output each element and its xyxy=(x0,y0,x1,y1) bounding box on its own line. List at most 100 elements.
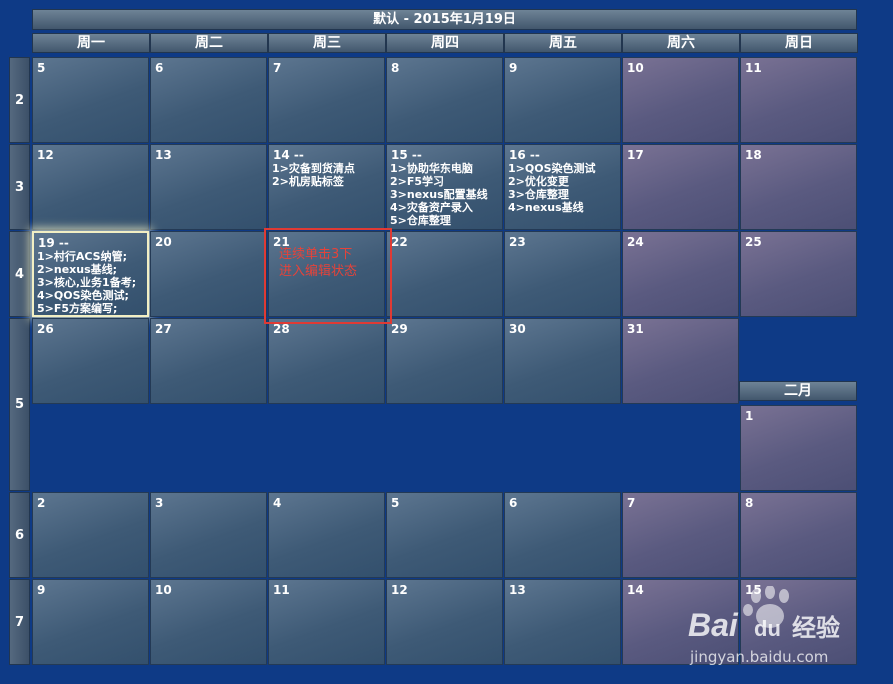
calendar-title: 默认 - 2015年1月19日 xyxy=(32,9,857,30)
note-line: 1>QOS染色测试 xyxy=(508,162,596,175)
day-cell[interactable]: 9 xyxy=(504,57,621,143)
day-number: 25 xyxy=(745,235,762,249)
day-cell[interactable]: 11 xyxy=(740,57,857,143)
day-cell[interactable]: 24 xyxy=(622,231,739,317)
note-line: 2>优化变更 xyxy=(508,175,569,188)
note-line: 5>F5方案编写; xyxy=(37,302,118,315)
week-number-3[interactable]: 3 xyxy=(9,144,30,230)
day-cell[interactable]: 26 xyxy=(32,318,149,404)
day-cell[interactable]: 18 xyxy=(740,144,857,230)
paw-toe-icon xyxy=(765,586,775,599)
day-number: 5 xyxy=(37,61,46,75)
day-cell-today[interactable]: 19 -- 1>村行ACS纳管; 2>nexus基线; 3>核心,业务1备考; 4>QO… xyxy=(32,231,149,317)
day-cell[interactable]: 11 xyxy=(268,579,385,665)
day-cell[interactable]: 17 xyxy=(622,144,739,230)
week-number-2[interactable]: 2 xyxy=(9,57,30,143)
day-number: 6 xyxy=(155,61,164,75)
day-number: 16 -- xyxy=(509,148,540,162)
day-number: 30 xyxy=(509,322,526,336)
day-number: 22 xyxy=(391,235,408,249)
day-number: 12 xyxy=(391,583,408,597)
day-number: 4 xyxy=(273,496,282,510)
day-cell[interactable]: 14 -- 1>灾备到货清点 2>机房贴标签 xyxy=(268,144,385,230)
note-line: 1>灾备到货清点 xyxy=(272,162,355,175)
day-notes: 1>QOS染色测试 2>优化变更 3>仓库整理 4>nexus基线 xyxy=(508,162,618,214)
brand-jingyan-text: 经验 xyxy=(792,614,840,642)
day-number: 31 xyxy=(627,322,644,336)
day-cell[interactable]: 13 xyxy=(150,144,267,230)
day-cell[interactable]: 2 xyxy=(32,492,149,578)
paw-toe-icon xyxy=(751,589,761,603)
day-cell[interactable]: 27 xyxy=(150,318,267,404)
day-cell[interactable]: 4 xyxy=(268,492,385,578)
annotation-text: 连续单击3下 进入编辑状态 xyxy=(279,247,358,279)
note-line: 1>协助华东电脑 xyxy=(390,162,473,175)
day-cell[interactable]: 3 xyxy=(150,492,267,578)
day-number: 24 xyxy=(627,235,644,249)
day-number: 13 xyxy=(155,148,172,162)
day-number: 3 xyxy=(155,496,164,510)
day-number: 27 xyxy=(155,322,172,336)
day-cell[interactable]: 10 xyxy=(622,57,739,143)
day-number: 12 xyxy=(37,148,54,162)
day-cell[interactable]: 29 xyxy=(386,318,503,404)
day-cell[interactable]: 7 xyxy=(622,492,739,578)
day-number: 6 xyxy=(509,496,518,510)
day-number: 18 xyxy=(745,148,762,162)
day-cell[interactable]: 6 xyxy=(504,492,621,578)
day-cell[interactable]: 23 xyxy=(504,231,621,317)
day-number: 5 xyxy=(391,496,400,510)
day-cell[interactable]: 6 xyxy=(150,57,267,143)
day-cell[interactable]: 16 -- 1>QOS染色测试 2>优化变更 3>仓库整理 4>nexus基线 xyxy=(504,144,621,230)
day-cell[interactable]: 25 xyxy=(740,231,857,317)
day-number: 15 -- xyxy=(391,148,422,162)
day-number: 13 xyxy=(509,583,526,597)
week-number-5[interactable]: 5 xyxy=(9,318,30,491)
day-number: 7 xyxy=(273,61,282,75)
day-number: 14 xyxy=(627,583,644,597)
day-number: 10 xyxy=(155,583,172,597)
day-number: 2 xyxy=(37,496,46,510)
watermark-url: jingyan.baidu.com xyxy=(689,648,828,666)
day-cell[interactable]: 12 xyxy=(32,144,149,230)
day-header-wed: 周三 xyxy=(268,33,386,53)
note-line: 1>村行ACS纳管; xyxy=(37,250,127,263)
day-cell[interactable]: 7 xyxy=(268,57,385,143)
day-cell[interactable]: 13 xyxy=(504,579,621,665)
day-cell[interactable]: 22 xyxy=(386,231,503,317)
day-header-sun: 周日 xyxy=(740,33,858,53)
day-number: 9 xyxy=(509,61,518,75)
day-cell[interactable]: 30 xyxy=(504,318,621,404)
note-line: 2>机房贴标签 xyxy=(272,175,344,188)
day-cell[interactable]: 31 xyxy=(622,318,739,404)
paw-toe-icon xyxy=(743,604,753,616)
day-number: 9 xyxy=(37,583,46,597)
day-cell[interactable]: 8 xyxy=(740,492,857,578)
day-notes: 1>协助华东电脑 2>F5学习 3>nexus配置基线 4>灾备资产录入 5>仓库整理 xyxy=(390,162,500,227)
day-cell[interactable]: 12 xyxy=(386,579,503,665)
note-line: 3>核心,业务1备考; xyxy=(37,276,137,289)
week-number-7[interactable]: 7 xyxy=(9,579,30,665)
brand-du-text: du xyxy=(754,616,781,641)
day-number: 1 xyxy=(745,409,754,423)
week-number-6[interactable]: 6 xyxy=(9,492,30,578)
day-cell[interactable]: 9 xyxy=(32,579,149,665)
day-header-sat: 周六 xyxy=(622,33,740,53)
day-cell[interactable]: 5 xyxy=(32,57,149,143)
day-header-tue: 周二 xyxy=(150,33,268,53)
week-number-4[interactable]: 4 xyxy=(9,231,30,317)
day-number: 14 -- xyxy=(273,148,304,162)
day-number: 29 xyxy=(391,322,408,336)
day-number: 11 xyxy=(745,61,762,75)
day-cell[interactable]: 20 xyxy=(150,231,267,317)
day-cell[interactable]: 8 xyxy=(386,57,503,143)
day-cell[interactable]: 1 xyxy=(740,405,857,491)
baidu-jingyan-watermark: Bai du 经验 jingyan.baidu.com xyxy=(688,586,840,666)
note-line: 4>QOS染色测试; xyxy=(37,289,129,302)
day-cell[interactable]: 5 xyxy=(386,492,503,578)
day-number: 19 -- xyxy=(38,236,69,250)
day-notes: 1>村行ACS纳管; 2>nexus基线; 3>核心,业务1备考; 4>QOS染色测试… xyxy=(37,250,145,315)
day-cell[interactable]: 15 -- 1>协助华东电脑 2>F5学习 3>nexus配置基线 4>灾备资产录入 5>… xyxy=(386,144,503,230)
day-cell[interactable]: 28 xyxy=(268,318,385,404)
day-cell[interactable]: 10 xyxy=(150,579,267,665)
